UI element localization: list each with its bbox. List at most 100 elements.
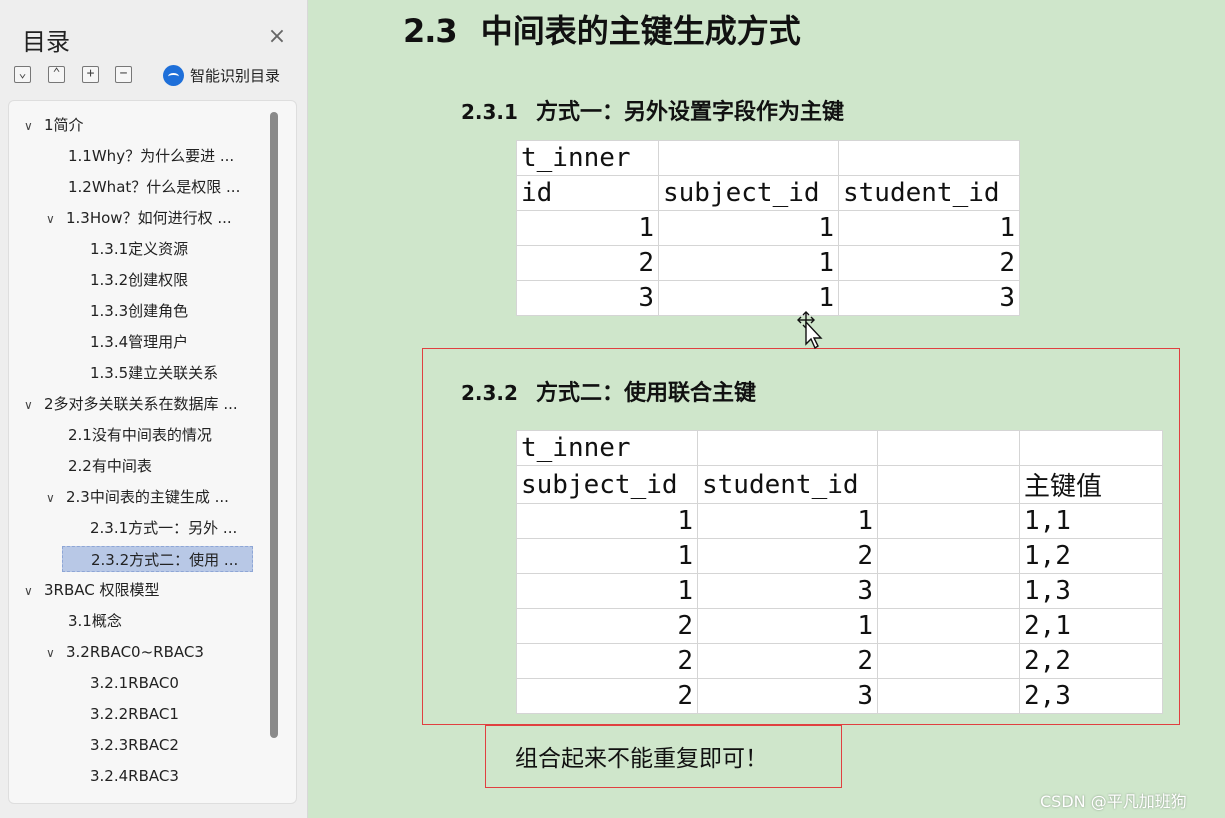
toc-item-label: 2.1没有中间表的情况 [68, 426, 212, 444]
table-cell [697, 430, 878, 466]
table-cell: 1 [516, 573, 698, 609]
toc-item[interactable]: 2.3.2方式二：使用 ... [62, 546, 254, 572]
table-row: 2 1 2 [516, 245, 1020, 281]
table-row: 2 1 2,1 [516, 608, 1163, 644]
cloud-icon [163, 64, 184, 86]
toc-scrollbar[interactable] [270, 112, 278, 738]
toc-item-label: 1.3.5建立关联关系 [90, 364, 219, 382]
toc-item-label: 3.2.3RBAC2 [90, 736, 179, 754]
table-cell: 2 [516, 608, 698, 644]
table-cell: 2 [697, 643, 878, 679]
toc-item-label: 1.3.3创建角色 [90, 302, 189, 320]
collapse-all-button[interactable]: ⌄ [14, 66, 31, 83]
toc-item-label: 3.2.4RBAC3 [90, 767, 179, 785]
chevron-down-icon[interactable]: ∨ [46, 485, 66, 511]
toc-item[interactable]: ∨ 2多对多关联关系在数据库 ... [24, 391, 238, 417]
toc-item-label: 2.3中间表的主键生成 ... [66, 488, 229, 506]
smart-toc-label: 智能识别目录 [190, 66, 281, 85]
toc-item[interactable]: ∨ 1简介 [24, 112, 84, 138]
table-cell: 2,3 [1019, 678, 1163, 714]
column-header [877, 465, 1020, 504]
subsection-1-number: 2.3.1 [461, 100, 518, 124]
table-row: 2 3 2,3 [516, 678, 1163, 714]
table-row: 1 1 1,1 [516, 503, 1163, 539]
toc-item[interactable]: 3.2.3RBAC2 [90, 732, 179, 758]
table-cell [1019, 430, 1163, 466]
table-cell: 2,2 [1019, 643, 1163, 679]
collapse-level-button[interactable]: − [115, 66, 132, 83]
table-cell [877, 573, 1020, 609]
table-method-two: t_inner subject_id student_id 主键值 1 1 1,… [516, 430, 1163, 714]
note-text: 组合起来不能重复即可！ [515, 746, 768, 772]
toc-item[interactable]: 3.2.4RBAC3 [90, 763, 179, 789]
table-cell [877, 430, 1020, 466]
toc-item[interactable]: 1.3.5建立关联关系 [90, 360, 218, 386]
table-cell: 2,1 [1019, 608, 1163, 644]
toc-item[interactable]: 1.3.4管理用户 [90, 329, 188, 355]
toc-item[interactable]: 3.2.2RBAC1 [90, 701, 179, 727]
toc-item[interactable]: 1.3.1定义资源 [90, 236, 188, 262]
chevron-down-icon[interactable]: ∨ [24, 578, 44, 604]
column-header: id [516, 175, 659, 211]
column-header: student_id [697, 465, 878, 504]
toc-item-label: 2.3.1方式一：另外 ... [90, 519, 238, 537]
table-cell [877, 608, 1020, 644]
table-header-row: id subject_id student_id [516, 175, 1020, 211]
toc-item[interactable]: 1.3.2创建权限 [90, 267, 188, 293]
smart-toc-button[interactable]: 智能识别目录 [163, 64, 280, 86]
table-name-cell: t_inner [516, 140, 659, 176]
toc-item[interactable]: ∨ 3.2RBAC0~RBAC3 [46, 639, 204, 665]
toc-item[interactable]: ∨ 1.3How？如何进行权 ... [46, 205, 232, 231]
toc-item[interactable]: ∨ 3RBAC 权限模型 [24, 577, 160, 603]
section-title: 2.3 中间表的主键生成方式 [403, 6, 801, 52]
table-cell [877, 678, 1020, 714]
table-cell: 3 [516, 280, 659, 316]
toc-item[interactable]: 2.1没有中间表的情况 [68, 422, 212, 448]
table-row: 1 3 1,3 [516, 573, 1163, 609]
toc-item-label: 1.3.4管理用户 [90, 333, 189, 351]
table-name-row: t_inner [516, 430, 1163, 466]
toc-item[interactable]: ∨ 2.3中间表的主键生成 ... [46, 484, 229, 510]
expand-all-button[interactable]: ⌃ [48, 66, 65, 83]
column-header: subject_id [516, 465, 698, 504]
table-cell: 1 [658, 245, 839, 281]
move-cursor-icon [797, 311, 823, 350]
toc-item[interactable]: 1.1Why？为什么要进 ... [68, 143, 234, 169]
table-row: 3 1 3 [516, 280, 1020, 316]
close-icon[interactable]: × [266, 26, 288, 48]
table-cell: 1 [838, 210, 1020, 246]
chevron-down-icon[interactable]: ∨ [46, 640, 66, 666]
toc-item-label: 3.2.2RBAC1 [90, 705, 179, 723]
table-row: 1 1 1 [516, 210, 1020, 246]
subsection-2-title: 方式二：使用联合主键 [535, 380, 756, 406]
toc-item-label: 1.1Why？为什么要进 ... [68, 147, 235, 165]
chevron-down-icon[interactable]: ∨ [24, 392, 44, 418]
chevron-down-icon[interactable]: ∨ [46, 206, 66, 232]
toc-item[interactable]: 1.2What？什么是权限 ... [68, 174, 240, 200]
toc-item-label: 2多对多关联关系在数据库 ... [44, 395, 238, 413]
table-cell: 1 [697, 503, 878, 539]
table-cell [877, 503, 1020, 539]
toc-title: 目录 [22, 28, 70, 56]
toc-item-label: 3.2.1RBAC0 [90, 674, 179, 692]
toc-item[interactable]: 2.3.1方式一：另外 ... [90, 515, 237, 541]
table-cell: 1,3 [1019, 573, 1163, 609]
toc-item[interactable]: 2.2有中间表 [68, 453, 152, 479]
toc-item-label: 3.1概念 [68, 612, 122, 630]
table-cell: 1 [697, 608, 878, 644]
section-title-text: 中间表的主键生成方式 [480, 12, 801, 50]
chevron-down-icon[interactable]: ∨ [24, 113, 44, 139]
table-cell: 2 [516, 245, 659, 281]
toc-item[interactable]: 1.3.3创建角色 [90, 298, 188, 324]
table-cell [838, 140, 1020, 176]
table-cell: 1 [516, 538, 698, 574]
watermark: CSDN @平凡加班狗 [1040, 792, 1187, 811]
expand-level-button[interactable]: + [82, 66, 99, 83]
section-number: 2.3 [403, 12, 458, 50]
column-header: student_id [838, 175, 1020, 211]
toc-item-label: 1.3.1定义资源 [90, 240, 189, 258]
toc-item[interactable]: 3.2.1RBAC0 [90, 670, 179, 696]
table-cell: 1 [516, 210, 659, 246]
toc-item[interactable]: 3.1概念 [68, 608, 122, 634]
toc-item-label: 1.3How？如何进行权 ... [66, 209, 232, 227]
